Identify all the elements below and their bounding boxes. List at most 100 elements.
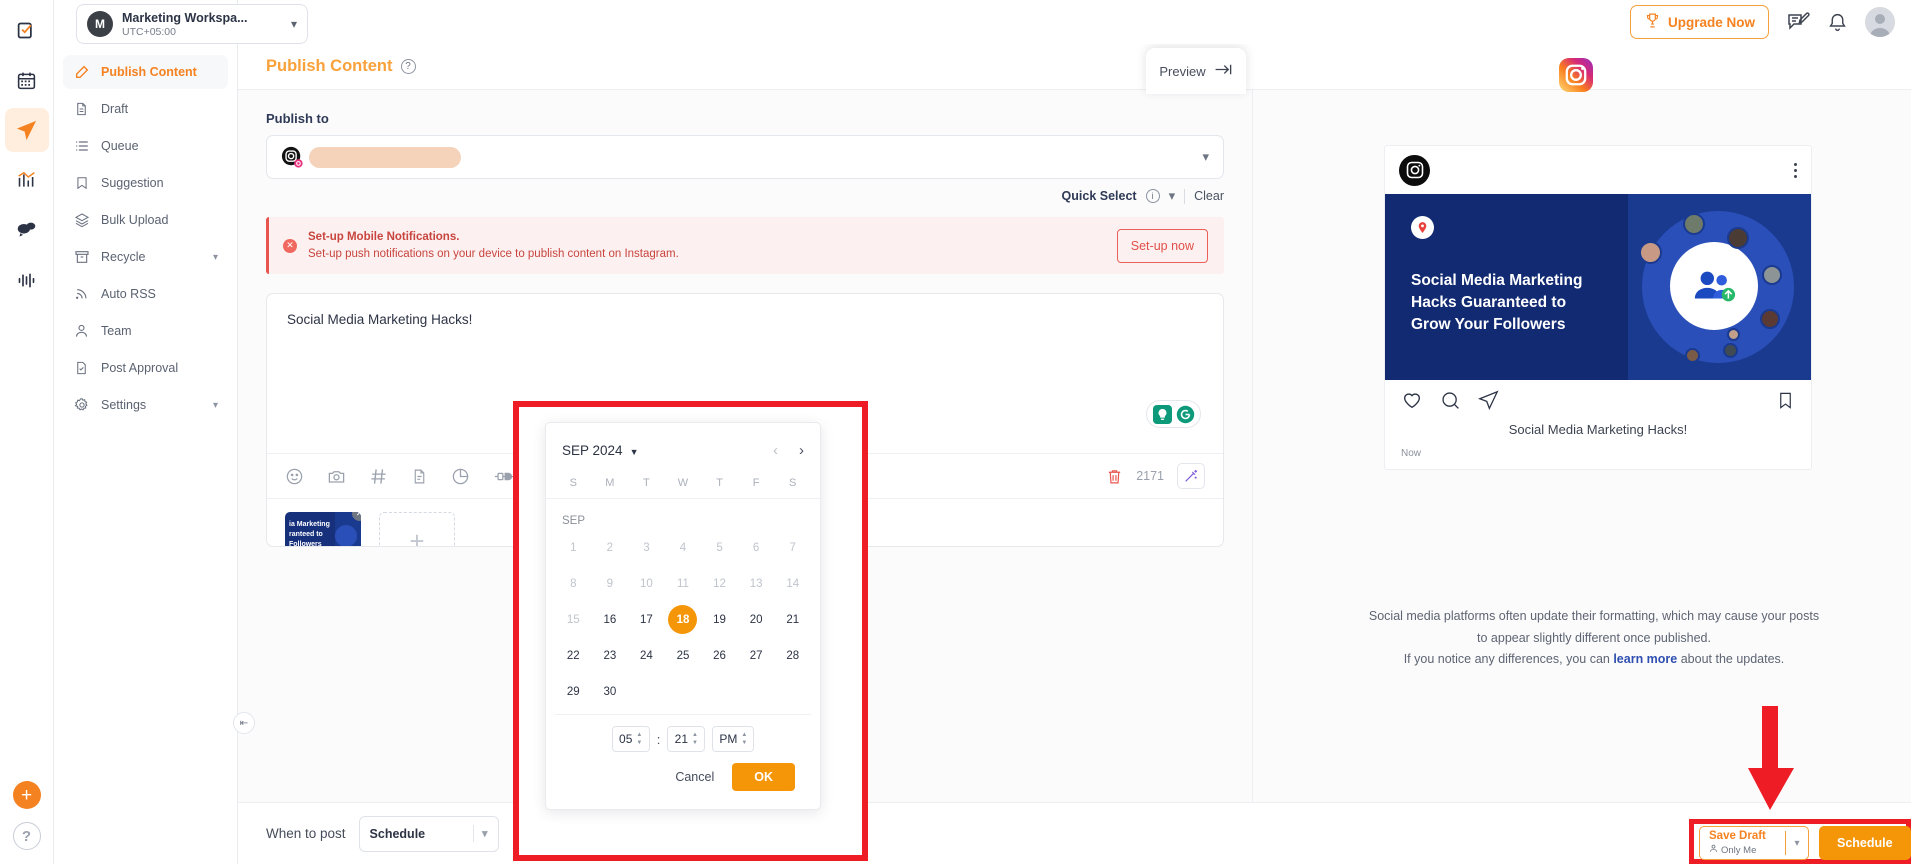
sidebar-item-label: Team [101, 324, 132, 338]
publish-to-selector[interactable]: ▾ [266, 135, 1224, 179]
day-cell[interactable]: 30 [592, 677, 629, 706]
day-cell: 15 [566, 613, 580, 626]
comment-icon[interactable] [1440, 390, 1461, 411]
idea-bulb-icon[interactable] [1152, 404, 1172, 424]
day-cell[interactable]: 23 [592, 641, 629, 670]
schedule-bar: When to post Schedule ▾ Sep 18, 2024, 5:… [238, 802, 1911, 864]
hour-stepper[interactable]: 05 ▲ ▼ [611, 726, 650, 752]
user-icon [73, 323, 90, 340]
learn-more-link[interactable]: learn more [1613, 652, 1677, 666]
sidebar-item-team[interactable]: Team [63, 314, 228, 348]
rail-item-publish[interactable] [4, 108, 49, 152]
sidebar-item-settings[interactable]: Settings ▾ [63, 388, 228, 422]
bookmark-icon[interactable] [1776, 390, 1795, 411]
day-cell[interactable]: 22 [555, 641, 592, 670]
sidebar-item-auto-rss[interactable]: Auto RSS [63, 277, 228, 311]
sidebar-item-publish-content[interactable]: Publish Content [63, 55, 228, 89]
people-icon [1669, 242, 1758, 331]
sidebar-item-bulk-upload[interactable]: Bulk Upload [63, 203, 228, 237]
day-cell[interactable]: 24 [628, 641, 665, 670]
add-media-button[interactable]: + [379, 512, 455, 546]
tab-instagram[interactable] [1552, 58, 1600, 108]
toolbar-right-group: 2171 [1106, 463, 1205, 489]
feedback-icon[interactable] [1786, 10, 1810, 34]
workspace-timezone: UTC+05:00 [122, 25, 176, 38]
chevron-down-icon[interactable]: ▾ [1202, 149, 1209, 165]
rail-item-tasks[interactable] [5, 8, 49, 52]
help-button[interactable]: ? [12, 822, 41, 850]
sidebar-item-post-approval[interactable]: Post Approval [63, 351, 228, 385]
schedule-button[interactable]: Schedule [1819, 826, 1911, 860]
day-cell[interactable]: 20 [738, 605, 775, 634]
magic-wand-icon[interactable] [1177, 463, 1205, 489]
schedule-type-select[interactable]: Schedule ▾ [358, 815, 499, 852]
save-draft-button[interactable]: Save Draft Only Me ▾ [1699, 826, 1809, 860]
sidebar-item-recycle[interactable]: Recycle ▾ [63, 240, 228, 274]
day-cell[interactable]: 28 [774, 641, 811, 670]
day-cell[interactable]: 25 [665, 641, 702, 670]
media-thumbnail[interactable]: ia Marketingranteed toFollowers ✕ Edit I… [285, 512, 361, 546]
day-cell[interactable]: 19 [701, 605, 738, 634]
prev-month-button[interactable]: ‹ [773, 442, 778, 459]
next-month-button[interactable]: › [799, 442, 804, 459]
share-icon[interactable] [1478, 390, 1499, 411]
chevron-down-icon[interactable]: ▾ [1169, 188, 1176, 204]
bell-icon[interactable] [1827, 12, 1848, 33]
emoji-icon[interactable] [285, 467, 304, 486]
rail-item-inbox[interactable] [5, 208, 49, 252]
ok-button[interactable]: OK [732, 763, 795, 791]
chevron-down-icon[interactable]: ▾ [213, 252, 218, 263]
weekday-label: F [752, 477, 760, 489]
heart-icon[interactable] [1401, 389, 1423, 411]
day-cell[interactable]: 17 [628, 605, 665, 634]
workspace-switcher[interactable]: M Marketing Workspa... UTC+05:00 ▾ [76, 4, 308, 44]
grammarly-icon[interactable] [1175, 404, 1195, 424]
preview-tab-label: Preview [1159, 63, 1206, 79]
meridiem-stepper[interactable]: PM ▲ ▼ [712, 726, 755, 752]
sidebar-item-suggestion[interactable]: Suggestion [63, 166, 228, 200]
add-button[interactable]: + [12, 781, 41, 809]
instagram-account-icon [281, 146, 303, 168]
hashtag-icon[interactable] [369, 467, 388, 486]
minute-stepper[interactable]: 21 ▲ ▼ [667, 726, 706, 752]
more-vertical-icon[interactable] [1794, 162, 1797, 178]
chevron-down-icon[interactable]: ▾ [482, 827, 488, 840]
stepper-arrows-icon: ▲ ▼ [692, 732, 698, 746]
rail-item-analytics[interactable] [5, 158, 49, 202]
day-cell: 3 [643, 541, 650, 554]
quick-select-label[interactable]: Quick Select [1062, 189, 1137, 203]
month-year-selector[interactable]: SEP 2024 ▼ [562, 443, 638, 458]
preview-toggle-tab[interactable]: Preview [1146, 48, 1246, 94]
setup-now-button[interactable]: Set-up now [1116, 228, 1208, 263]
rail-item-listening[interactable] [5, 258, 49, 302]
clear-button[interactable]: Clear [1194, 189, 1224, 203]
trash-icon[interactable] [1106, 468, 1123, 485]
day-cell[interactable]: 21 [774, 605, 811, 634]
page-help-icon[interactable]: ? [400, 59, 416, 74]
list-icon [73, 138, 90, 155]
chevron-down-icon[interactable]: ▾ [213, 400, 218, 411]
sidebar-item-label: Post Approval [101, 361, 179, 375]
chevron-down-icon[interactable]: ▾ [291, 17, 297, 31]
chevron-down-icon[interactable]: ▾ [1786, 838, 1808, 849]
info-icon[interactable]: i [1145, 189, 1160, 203]
days-grid: 1 2 3 4 5 6 7 8 9 10 11 12 13 14 15 16 17 18 19 20 21 22 23 24 2… [555, 533, 811, 706]
cancel-button[interactable]: Cancel [668, 764, 721, 790]
day-cell[interactable]: 27 [738, 641, 775, 670]
day-cell[interactable]: 16 [592, 605, 629, 634]
day-cell-selected[interactable]: 18 [668, 605, 698, 634]
template-icon[interactable] [411, 467, 428, 486]
sidebar-item-draft[interactable]: Draft [63, 92, 228, 126]
day-cell[interactable]: 26 [701, 641, 738, 670]
composer-textarea[interactable]: Social Media Marketing Hacks! [267, 294, 1223, 345]
upgrade-now-button[interactable]: Upgrade Now [1629, 5, 1769, 39]
instagram-preview-card: Social Media Marketing Hacks Guaranteed t… [1384, 145, 1812, 470]
day-cell[interactable]: 29 [555, 677, 592, 706]
user-avatar-icon[interactable] [1865, 7, 1895, 37]
camera-icon[interactable] [327, 467, 346, 486]
chart-icon[interactable] [451, 467, 470, 486]
instagram-icon [1559, 58, 1593, 97]
sidebar-item-queue[interactable]: Queue [63, 129, 228, 163]
sidebar-collapse-handle[interactable]: ⇤ [233, 712, 255, 734]
rail-item-calendar[interactable] [5, 58, 49, 102]
